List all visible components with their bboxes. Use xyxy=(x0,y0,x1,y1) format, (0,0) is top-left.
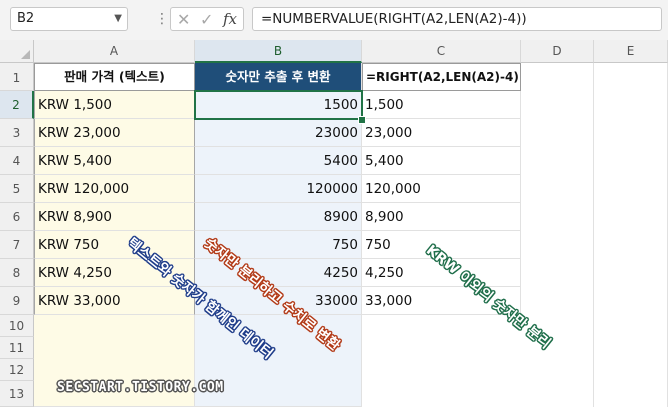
row-header-7[interactable]: 7 xyxy=(0,231,34,259)
row-header-6[interactable]: 6 xyxy=(0,203,34,231)
cell-a2[interactable]: KRW 1,500 xyxy=(34,91,195,119)
name-box[interactable]: B2 ▼ xyxy=(10,7,128,31)
more-options-icon[interactable]: ⋮ xyxy=(155,10,169,28)
row-header-3[interactable]: 3 xyxy=(0,119,34,147)
row-header-2[interactable]: 2 xyxy=(0,91,34,119)
insert-function-icon[interactable]: fx xyxy=(223,10,237,28)
cell-b3[interactable]: 23000 xyxy=(195,119,362,147)
row-header-5[interactable]: 5 xyxy=(0,175,34,203)
cell-c3[interactable]: 23,000 xyxy=(362,119,521,147)
cell-a7[interactable]: KRW 750 xyxy=(34,231,195,259)
cell-a6[interactable]: KRW 8,900 xyxy=(34,203,195,231)
cell-c5[interactable]: 120,000 xyxy=(362,175,521,203)
cell-c2[interactable]: 1,500 xyxy=(362,91,521,119)
row-header-9[interactable]: 9 xyxy=(0,287,34,315)
column-e-cells[interactable] xyxy=(594,63,668,407)
cell-a9[interactable]: KRW 33,000 xyxy=(34,287,195,315)
column-header-b[interactable]: B xyxy=(195,40,362,63)
formula-bar-area: B2 ▼ ⋮ ✕ ✓ fx =NUMBERVALUE(RIGHT(A2,LEN(… xyxy=(0,0,668,40)
fill-handle[interactable] xyxy=(358,116,366,124)
confirm-icon[interactable]: ✓ xyxy=(200,10,213,29)
row-header-8[interactable]: 8 xyxy=(0,259,34,287)
chevron-down-icon[interactable]: ▼ xyxy=(114,8,122,30)
row-header-12[interactable]: 12 xyxy=(0,359,34,381)
row-header-13[interactable]: 13 xyxy=(0,381,34,407)
column-d-cells[interactable] xyxy=(521,63,594,407)
row-header-4[interactable]: 4 xyxy=(0,147,34,175)
column-header-e[interactable]: E xyxy=(594,40,668,63)
cell-c1[interactable]: =RIGHT(A2,LEN(A2)-4) xyxy=(362,63,521,91)
cell-b4[interactable]: 5400 xyxy=(195,147,362,175)
name-box-value: B2 xyxy=(17,11,35,26)
cell-a5[interactable]: KRW 120,000 xyxy=(34,175,195,203)
column-header-d[interactable]: D xyxy=(521,40,594,63)
cell-b5[interactable]: 120000 xyxy=(195,175,362,203)
row-header-1[interactable]: 1 xyxy=(0,63,34,91)
row-header-10[interactable]: 10 xyxy=(0,315,34,337)
cell-b1[interactable]: 숫자만 추출 후 변환 xyxy=(195,63,362,91)
row-header-11[interactable]: 11 xyxy=(0,337,34,359)
cell-c4[interactable]: 5,400 xyxy=(362,147,521,175)
cell-a4[interactable]: KRW 5,400 xyxy=(34,147,195,175)
cell-b6[interactable]: 8900 xyxy=(195,203,362,231)
select-all-corner[interactable] xyxy=(0,40,34,63)
cell-a3[interactable]: KRW 23,000 xyxy=(34,119,195,147)
cell-a1[interactable]: 판매 가격 (텍스트) xyxy=(34,63,195,91)
column-header-a[interactable]: A xyxy=(34,40,195,63)
cancel-icon[interactable]: ✕ xyxy=(177,10,190,29)
cell-c6[interactable]: 8,900 xyxy=(362,203,521,231)
formula-controls: ✕ ✓ fx xyxy=(170,7,244,31)
column-header-c[interactable]: C xyxy=(362,40,521,63)
watermark: SECSTART.TISTORY.COM xyxy=(57,380,224,395)
formula-input[interactable]: =NUMBERVALUE(RIGHT(A2,LEN(A2)-4)) xyxy=(252,7,662,31)
cell-b2[interactable]: 1500 xyxy=(195,91,362,119)
